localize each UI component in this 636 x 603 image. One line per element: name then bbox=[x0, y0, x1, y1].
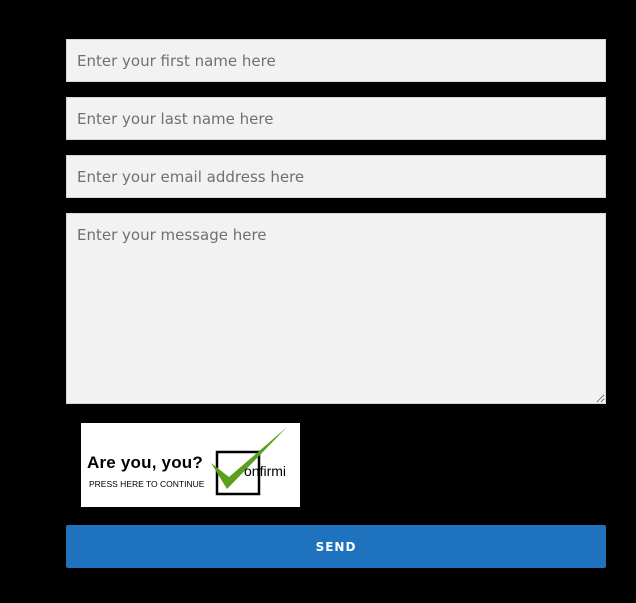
captcha-button[interactable]: onfirmi Are you, you? PRESS HERE TO CONT… bbox=[81, 423, 300, 507]
contact-form bbox=[66, 39, 606, 419]
captcha-title: Are you, you? bbox=[87, 453, 203, 472]
email-input[interactable] bbox=[66, 155, 606, 198]
last-name-input[interactable] bbox=[66, 97, 606, 140]
captcha-brand: onfirmi bbox=[244, 463, 287, 479]
first-name-input[interactable] bbox=[66, 39, 606, 82]
send-button[interactable]: SEND bbox=[66, 525, 606, 568]
message-textarea[interactable] bbox=[66, 213, 606, 404]
captcha-subtitle: PRESS HERE TO CONTINUE bbox=[89, 479, 205, 489]
